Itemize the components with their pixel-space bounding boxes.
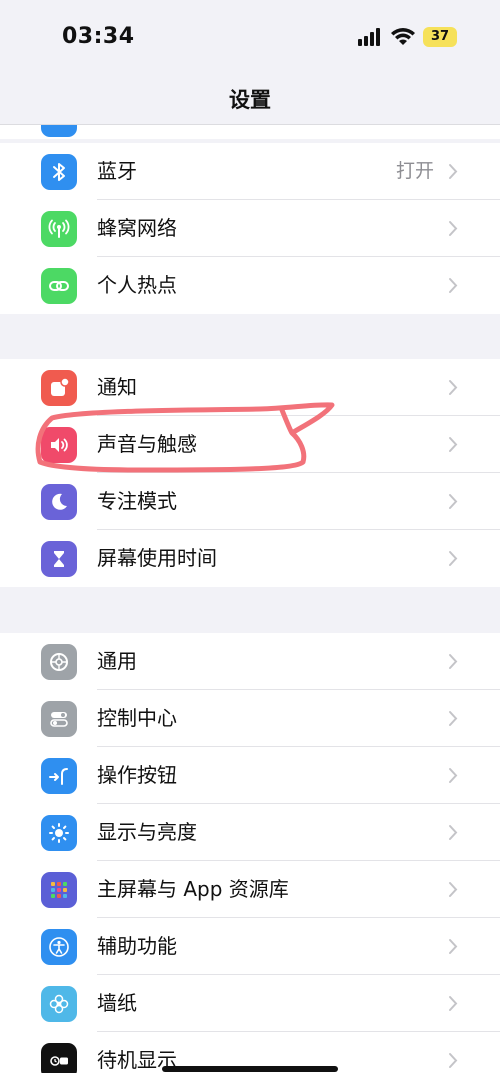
chevron-right-icon — [449, 437, 458, 452]
settings-row-home-screen[interactable]: 主屏幕与 App 资源库 — [0, 861, 500, 918]
chevron-right-icon — [449, 768, 458, 783]
settings-row-display-brightness[interactable]: 显示与亮度 — [0, 804, 500, 861]
row-value: 打开 — [395, 160, 434, 182]
action-button-icon — [41, 758, 77, 794]
settings-row-accessibility[interactable]: 辅助功能 — [0, 918, 500, 975]
settings-row-general[interactable]: 通用 — [0, 633, 500, 690]
chevron-right-icon — [449, 551, 458, 566]
chevron-right-icon — [449, 711, 458, 726]
row-label: 专注模式 — [97, 489, 177, 513]
hourglass-icon — [41, 541, 77, 577]
row-label: 屏幕使用时间 — [97, 546, 217, 570]
accessibility-icon — [41, 929, 77, 965]
toggles-icon — [41, 701, 77, 737]
row-label: 显示与亮度 — [97, 820, 197, 844]
home-indicator — [162, 1066, 338, 1072]
row-label: 蜂窝网络 — [97, 216, 177, 240]
settings-row-control-center[interactable]: 控制中心 — [0, 690, 500, 747]
chevron-right-icon — [449, 1053, 458, 1068]
settings-group-connectivity: 蓝牙 打开 蜂窝网络 个人热点 — [0, 143, 500, 314]
hotspot-icon — [41, 268, 77, 304]
chevron-right-icon — [449, 825, 458, 840]
chevron-right-icon — [449, 939, 458, 954]
moon-icon — [41, 484, 77, 520]
chevron-right-icon — [449, 494, 458, 509]
status-bar: 03:34 37 — [0, 0, 500, 72]
flower-icon — [41, 986, 77, 1022]
row-label: 蓝牙 — [97, 159, 137, 183]
sun-icon — [41, 815, 77, 851]
page-title: 设置 — [229, 88, 271, 112]
chevron-right-icon — [449, 654, 458, 669]
settings-row-cellular[interactable]: 蜂窝网络 — [0, 200, 500, 257]
chevron-right-icon — [449, 164, 458, 179]
status-time: 03:34 — [62, 24, 135, 49]
scrolled-row-fragment — [0, 125, 500, 139]
chevron-right-icon — [449, 278, 458, 293]
settings-group-general: 通用 控制中心 操作按钮 显示与亮度 主屏幕与 App 资源库 辅助功能 墙纸 … — [0, 633, 500, 1073]
row-label: 声音与触感 — [97, 432, 197, 456]
row-label: 辅助功能 — [97, 934, 177, 958]
row-label: 通知 — [97, 375, 137, 399]
settings-row-hotspot[interactable]: 个人热点 — [0, 257, 500, 314]
signal-strength-icon — [358, 28, 380, 46]
wifi-icon — [391, 28, 415, 45]
standby-icon — [41, 1043, 77, 1073]
cellular-icon — [41, 211, 77, 247]
battery-indicator: 37 — [423, 27, 457, 47]
row-label: 操作按钮 — [97, 763, 177, 787]
notifications-icon — [41, 370, 77, 406]
gear-icon — [41, 644, 77, 680]
row-label: 主屏幕与 App 资源库 — [97, 877, 289, 901]
bluetooth-icon — [41, 154, 77, 190]
settings-row-bluetooth[interactable]: 蓝牙 打开 — [0, 143, 500, 200]
row-label: 控制中心 — [97, 706, 177, 730]
row-label: 个人热点 — [97, 273, 177, 297]
settings-row-action-button[interactable]: 操作按钮 — [0, 747, 500, 804]
settings-group-notifications: 通知 声音与触感 专注模式 屏幕使用时间 — [0, 359, 500, 587]
row-label: 墙纸 — [97, 991, 137, 1015]
chevron-right-icon — [449, 380, 458, 395]
chevron-right-icon — [449, 221, 458, 236]
chevron-right-icon — [449, 882, 458, 897]
settings-row-screen-time[interactable]: 屏幕使用时间 — [0, 530, 500, 587]
settings-row-notifications[interactable]: 通知 — [0, 359, 500, 416]
settings-row-focus[interactable]: 专注模式 — [0, 473, 500, 530]
partial-icon — [41, 125, 77, 137]
settings-screen: 03:34 37 设置 蓝牙 打开 蜂窝网络 个人热点 通知 声音与触感 专注模… — [0, 0, 500, 1073]
chevron-right-icon — [449, 996, 458, 1011]
row-label: 通用 — [97, 649, 137, 673]
speaker-icon — [41, 427, 77, 463]
settings-row-sounds-haptics[interactable]: 声音与触感 — [0, 416, 500, 473]
settings-row-wallpaper[interactable]: 墙纸 — [0, 975, 500, 1032]
app-grid-icon — [41, 872, 77, 908]
